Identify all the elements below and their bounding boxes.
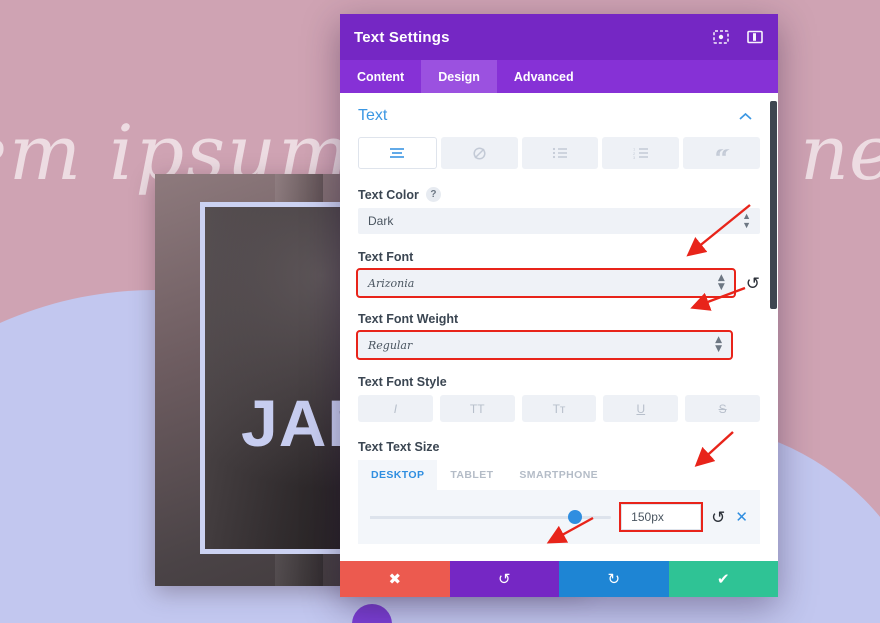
text-color-label: Text Color ? (358, 187, 760, 202)
tab-design[interactable]: Design (421, 60, 497, 93)
text-font-weight-label: Text Font Weight (358, 312, 459, 326)
modal-tabbar: Content Design Advanced (340, 60, 778, 93)
modal-title: Text Settings (354, 28, 450, 46)
text-font-value: Arizonia (368, 276, 415, 290)
svg-text:3: 3 (633, 155, 636, 159)
chevron-updown-icon: ▲ ▼ (717, 273, 725, 292)
text-size-input[interactable]: 150px (619, 502, 704, 532)
text-font-select[interactable]: Arizonia ▲ ▼ (356, 268, 736, 298)
device-tab-tablet[interactable]: TABLET (437, 460, 506, 490)
text-font-row: Arizonia ▲ ▼ ↺ (356, 268, 760, 298)
field-text-size: Text Text Size DESKTOP TABLET SMARTPHONE… (358, 440, 760, 544)
field-text-color: Text Color ? Dark ▲ ▼ (358, 187, 760, 234)
text-color-select[interactable]: Dark ▲ ▼ (358, 208, 760, 234)
background-script-heading-right: net (800, 108, 880, 197)
reset-icon[interactable]: ↺ (746, 275, 760, 292)
text-font-weight-value: Regular (368, 338, 413, 352)
field-text-font: Text Font Arizonia ▲ ▼ ↺ (356, 250, 760, 298)
chevron-updown-icon: ▲ ▼ (742, 211, 751, 230)
text-font-style-label: Text Font Style (358, 375, 447, 389)
strikethrough-icon[interactable]: S (685, 395, 760, 422)
text-font-label: Text Font (358, 250, 414, 264)
scrollbar-thumb[interactable] (770, 101, 777, 309)
reset-icon[interactable]: ↺ (711, 509, 725, 526)
device-tab-smartphone[interactable]: SMARTPHONE (506, 460, 611, 490)
italic-icon[interactable]: I (358, 395, 433, 422)
device-tabs: DESKTOP TABLET SMARTPHONE (358, 460, 760, 490)
field-text-font-style: Text Font Style I TT Tт U S (358, 375, 760, 422)
text-size-label: Text Text Size (358, 440, 440, 454)
unordered-list-icon[interactable] (521, 137, 599, 169)
chevron-updown-icon: ▲ ▼ (715, 335, 722, 354)
device-tab-desktop[interactable]: DESKTOP (358, 460, 438, 490)
tab-advanced[interactable]: Advanced (497, 60, 591, 93)
text-color-value: Dark (368, 214, 394, 228)
slider-handle[interactable] (567, 510, 582, 524)
text-settings-modal: Text Settings Content Design Advanced Te… (340, 14, 778, 597)
uppercase-icon[interactable]: TT (439, 395, 515, 422)
text-font-weight-select[interactable]: Regular ▲ ▼ (356, 330, 733, 360)
chevron-up-icon[interactable] (739, 109, 752, 124)
text-align-icon[interactable] (358, 137, 437, 169)
modal-action-bar: ✖ ↺ ↻ ✔ (340, 561, 778, 597)
text-size-slider[interactable] (370, 510, 612, 524)
underline-icon[interactable]: U (603, 395, 679, 422)
settings-scroll-area: Text 1 2 3 Text Color ? Dark ▲ ▼ Text Fo… (340, 93, 778, 561)
link-icon[interactable] (440, 137, 518, 169)
help-icon[interactable]: ? (425, 187, 441, 202)
close-icon[interactable]: ✕ (735, 508, 748, 526)
panel-layout-icon[interactable] (746, 28, 764, 46)
scrollbar[interactable] (769, 93, 778, 561)
tab-content[interactable]: Content (340, 60, 421, 93)
save-button[interactable]: ✔ (668, 561, 778, 597)
modal-body: Text 1 2 3 Text Color ? Dark ▲ ▼ Text Fo… (340, 93, 778, 561)
redo-button[interactable]: ↻ (559, 561, 669, 597)
field-text-font-weight: Text Font Weight Regular ▲ ▼ (356, 312, 733, 360)
cancel-button[interactable]: ✖ (340, 561, 450, 597)
text-size-slider-row: 150px ↺ ✕ (358, 490, 760, 544)
slider-fill (370, 515, 575, 519)
undo-button[interactable]: ↺ (449, 561, 559, 597)
modal-header: Text Settings (340, 14, 778, 60)
text-section-header[interactable]: Text (358, 93, 760, 137)
header-icon-group (712, 28, 764, 46)
format-toolbar: 123 (358, 137, 760, 169)
smallcaps-icon[interactable]: Tт (521, 395, 597, 422)
focus-frame-icon[interactable] (712, 28, 730, 46)
blockquote-icon[interactable] (683, 137, 760, 169)
section-title: Text (358, 107, 388, 124)
ordered-list-icon[interactable]: 123 (602, 137, 680, 169)
font-style-buttons: I TT Tт U S (358, 395, 760, 422)
